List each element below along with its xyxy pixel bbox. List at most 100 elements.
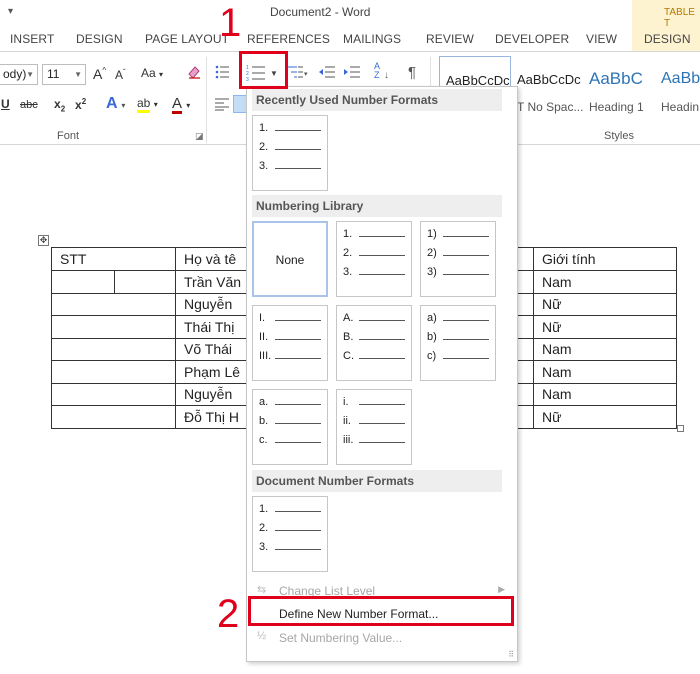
number-format-none[interactable]: None	[252, 221, 328, 297]
set-numbering-value-label: Set Numbering Value...	[279, 631, 403, 645]
number-format-lower-alpha-period[interactable]: a. b. c.	[252, 389, 328, 465]
numbering-library-header: Numbering Library	[252, 195, 502, 217]
number-format-decimal-paren[interactable]: 1) 2) 3)	[420, 221, 496, 297]
underline-button[interactable]: U	[1, 97, 10, 111]
style-name: T No Spac...	[517, 100, 584, 114]
font-name-value: ody)	[3, 67, 27, 81]
group-separator	[206, 57, 207, 143]
format-line	[359, 404, 405, 405]
gender-cell[interactable]: Nữ	[533, 292, 677, 316]
stt-cell[interactable]	[51, 269, 176, 294]
define-new-format-highlight	[248, 596, 514, 626]
number-format-upper-roman[interactable]: I. II. III.	[252, 305, 328, 381]
align-left-button[interactable]	[214, 97, 230, 114]
font-size-combobox[interactable]: 11 ▼	[42, 64, 86, 85]
gender-cell[interactable]: Nữ	[533, 315, 677, 339]
font-name-combobox[interactable]: ody) ▼	[0, 64, 38, 85]
format-marker: 2.	[343, 247, 353, 259]
format-marker: 2)	[427, 247, 437, 259]
quick-access-dropdown-icon[interactable]: ▾	[8, 6, 13, 17]
bullets-icon	[215, 65, 229, 79]
tab-view[interactable]: VIEW	[586, 32, 617, 46]
multilevel-list-button[interactable]: ▾	[287, 64, 309, 83]
subscript-digit: 2	[60, 104, 66, 114]
stt-cell[interactable]	[51, 315, 176, 339]
chevron-down-icon[interactable]: ▼	[74, 70, 82, 79]
style-no-spacing[interactable]: AaBbCcDc T No Spac...	[511, 56, 583, 118]
increase-indent-button[interactable]	[343, 64, 361, 83]
chevron-down-icon[interactable]: ▼	[26, 70, 34, 79]
number-format-recent-1[interactable]: 1. 2. 3.	[252, 115, 328, 191]
style-heading-2[interactable]: AaBbC Headin	[655, 56, 700, 118]
highlight-button[interactable]: ab ▾	[137, 96, 158, 113]
number-format-document-1[interactable]: 1. 2. 3.	[252, 496, 328, 572]
style-sample: AaBbC	[589, 69, 643, 88]
gender-cell[interactable]: Nam	[533, 269, 677, 294]
stt-cell[interactable]	[51, 405, 176, 429]
shrink-font-label: A	[115, 68, 124, 82]
resize-grip-icon[interactable]: ⠿	[508, 650, 514, 659]
none-label: None	[275, 253, 305, 267]
header-stt[interactable]: STT	[51, 247, 176, 271]
tab-table-design[interactable]: DESIGN	[632, 27, 700, 51]
tab-review[interactable]: REVIEW	[426, 32, 474, 46]
decrease-indent-button[interactable]	[318, 64, 336, 83]
shrink-font-button[interactable]: Aˇ	[115, 68, 126, 82]
tab-page-layout[interactable]: PAGE LAYOUT	[145, 32, 229, 46]
bullets-button[interactable]	[214, 64, 230, 83]
format-line	[443, 236, 489, 237]
tab-developer[interactable]: DEVELOPER	[495, 32, 569, 46]
superscript-button[interactable]: x2	[75, 97, 86, 112]
number-format-decimal-period[interactable]: 1. 2. 3.	[336, 221, 412, 297]
tab-mailings[interactable]: MAILINGS	[343, 32, 401, 46]
text-effects-button[interactable]: A ▾	[106, 95, 125, 113]
format-line	[359, 442, 405, 443]
strikethrough-button[interactable]: abc	[20, 99, 38, 111]
stt-cell[interactable]	[51, 292, 176, 316]
format-line	[359, 339, 405, 340]
cell-part[interactable]	[53, 271, 115, 292]
tab-insert[interactable]: INSERT	[10, 32, 54, 46]
caret-down-icon: ˇ	[123, 68, 126, 77]
number-format-upper-alpha[interactable]: A. B. C.	[336, 305, 412, 381]
dialog-launcher-icon[interactable]: ◪	[195, 131, 204, 142]
subscript-button[interactable]: x2	[54, 97, 65, 113]
set-numbering-value-icon: ½	[257, 630, 267, 642]
stt-cell[interactable]	[51, 382, 176, 406]
split-cell	[53, 271, 175, 292]
format-marker: b)	[427, 331, 437, 343]
change-case-button[interactable]: Aa ▾	[141, 66, 163, 80]
multilevel-list-icon: ▾	[288, 66, 308, 78]
align-center-button[interactable]	[233, 95, 247, 113]
format-line	[275, 320, 321, 321]
gender-cell[interactable]: Nữ	[533, 405, 677, 429]
align-left-icon	[215, 98, 229, 111]
cell-part[interactable]	[115, 271, 175, 292]
chevron-down-icon: ▾	[153, 100, 158, 109]
format-marker: A.	[343, 312, 354, 324]
stt-cell[interactable]	[51, 360, 176, 384]
change-list-level-icon: ⇆	[257, 584, 267, 596]
sort-button[interactable]: A Z ↓	[374, 62, 389, 81]
tab-design[interactable]: DESIGN	[76, 32, 123, 46]
format-line	[275, 130, 321, 131]
table-resize-handle[interactable]	[677, 425, 684, 432]
table-move-handle-icon[interactable]: ✥	[38, 235, 49, 246]
format-marker: I.	[259, 312, 266, 324]
number-format-lower-roman[interactable]: i. ii. iii.	[336, 389, 412, 465]
tab-references[interactable]: REFERENCES	[247, 32, 330, 46]
style-heading-1[interactable]: AaBbC Heading 1	[583, 56, 655, 118]
stt-cell[interactable]	[51, 337, 176, 361]
clear-formatting-icon[interactable]	[186, 64, 202, 83]
header-gender[interactable]: Giới tính	[533, 247, 677, 271]
grow-font-button[interactable]: A^	[93, 66, 106, 82]
gender-cell[interactable]: Nam	[533, 337, 677, 361]
gender-cell[interactable]: Nam	[533, 382, 677, 406]
gender-cell[interactable]: Nam	[533, 360, 677, 384]
subscript-x: x	[54, 97, 61, 111]
set-numbering-value-item[interactable]: ½ Set Numbering Value...	[253, 627, 515, 649]
font-color-button[interactable]: A ▾	[172, 95, 190, 114]
grow-font-label: A	[93, 66, 103, 82]
number-format-lower-alpha-paren[interactable]: a) b) c)	[420, 305, 496, 381]
show-hide-marks-button[interactable]: ¶	[408, 64, 416, 81]
